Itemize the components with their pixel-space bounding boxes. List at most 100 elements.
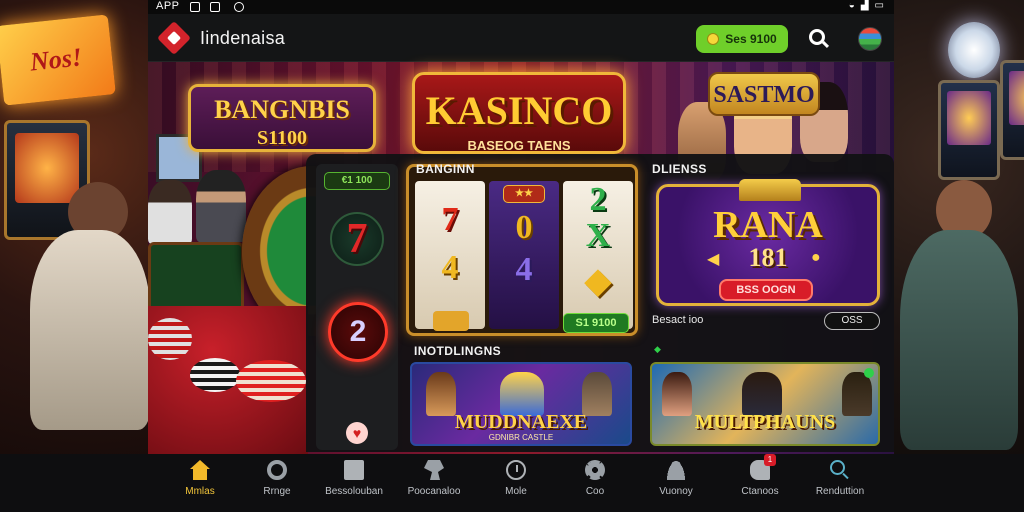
arrow-right-icon: ●	[811, 249, 821, 266]
hero-logo-right-title: SASTMO	[713, 82, 815, 108]
bottom-nav: Mmlas Rrnge Bessolouban Poocanaloo Mole …	[148, 454, 894, 512]
nav-label: Bessolouban	[325, 486, 383, 497]
dealer-image	[196, 170, 246, 242]
app-header: Iindenaisa Ses 9100	[148, 14, 894, 62]
player-image	[30, 230, 150, 430]
game-card[interactable]: MUDDNAEXE GDNIBR CASTLE	[410, 362, 632, 446]
heart-icon[interactable]: ♥	[346, 422, 368, 444]
coin-icon	[707, 33, 720, 45]
player-image	[900, 230, 1018, 450]
nav-label: Mmlas	[185, 486, 215, 497]
nav-label: Rrnge	[263, 486, 291, 497]
battery-icon: ▭	[874, 0, 884, 11]
bonus-card[interactable]: RANA ◀ 181 ● BSS OOGN	[656, 179, 880, 306]
number-two-icon[interactable]: 2	[328, 302, 388, 362]
bonus-amount: 181	[748, 243, 788, 272]
game-card[interactable]: MULTPHAUNS	[650, 362, 880, 446]
slot-coin-symbol: ◆	[584, 263, 612, 300]
live-dot-icon: ◆	[654, 344, 661, 354]
slot-symbol: 2	[589, 181, 607, 218]
slot-machine-image	[938, 80, 1000, 180]
slot-symbol: 4	[441, 249, 459, 286]
slot-machine-card[interactable]: 7 4 ★★ 0 4 2 X ◆ S1 9100	[406, 164, 638, 336]
square-icon	[344, 460, 364, 480]
nav-item-range[interactable]: Rrnge	[237, 460, 317, 506]
game-title: MUDDNAEXE	[454, 411, 588, 433]
character-image	[662, 372, 692, 416]
hero-logo-left-title: BANGNBIS	[214, 95, 350, 124]
chip-stack-image	[190, 358, 240, 392]
nav-item-ctanoos[interactable]: 1 Ctanoos	[720, 454, 800, 506]
slot-symbol: 0	[515, 209, 533, 246]
search-icon[interactable]	[808, 28, 830, 50]
game-subtitle: GDNIBR CASTLE	[488, 433, 554, 442]
trophy-icon	[500, 372, 544, 416]
balance-button[interactable]: Ses 9100	[696, 25, 788, 53]
lucky-seven-icon[interactable]: 7	[330, 212, 384, 266]
nav-item-mole[interactable]: Mole	[476, 460, 556, 506]
nav-item-vuonoy[interactable]: Vuonoy	[636, 460, 716, 506]
search-icon	[830, 460, 850, 480]
new-badge	[864, 368, 874, 378]
character-image	[842, 372, 872, 416]
nav-item-renduttion[interactable]: Renduttion	[800, 460, 880, 506]
lion-image	[582, 372, 612, 416]
bonus-section-title: DLIENSS	[652, 162, 707, 176]
nav-label: Vuonoy	[659, 486, 693, 497]
hero-logo-center-title: KASINCO	[425, 88, 613, 133]
nav-label: Mole	[505, 486, 527, 497]
notification-badge: 1	[764, 454, 776, 466]
character-image	[742, 372, 782, 416]
wifi-icon: ◒	[848, 0, 855, 11]
chip-stack-image	[236, 360, 306, 402]
hero-logo-left: BANGNBIS S1100	[188, 84, 376, 152]
slot-win-button[interactable]: S1 9100	[563, 313, 629, 333]
signal-icon: ▟	[860, 0, 869, 11]
slot-machine-image	[1000, 60, 1024, 160]
nav-label: Poocanaloo	[407, 486, 461, 497]
clock-icon	[506, 460, 526, 480]
status-circle-icon	[234, 2, 244, 12]
bonus-claim-button[interactable]: BSS OOGN	[719, 279, 813, 301]
hero-logo-left-sub: S1100	[256, 127, 308, 149]
slot-symbol: X	[585, 217, 611, 254]
casino-backdrop-left: Nos!	[0, 0, 150, 512]
dealer-image	[148, 180, 192, 244]
slot-symbol: 4	[515, 251, 533, 288]
nav-label: Ctanoos	[741, 486, 779, 497]
gold-stack-icon	[433, 311, 469, 331]
nav-label: Renduttion	[815, 486, 865, 497]
slot-reel: ★★ 0 4	[489, 181, 559, 329]
status-bar: APP ◒ ▟ ▭	[148, 0, 894, 14]
recommended-title: INOTDLINGNS	[414, 344, 502, 358]
games-panel: €1 100 7 2 ♥ 7 4 ★★ 0 4 2 X ◆ S1 9100 BA…	[306, 154, 894, 452]
nav-item-home[interactable]: Mmlas	[160, 460, 240, 506]
nav-item-coo[interactable]: Coo	[555, 460, 635, 506]
app-screen: Nos! APP ◒ ▟ ▭ Iindenaisa Ses 9100 BANGN…	[0, 0, 1024, 512]
fist-icon	[424, 460, 444, 480]
hero-logo-center: KASINCO BASEOG TAENS	[412, 72, 626, 154]
card-table-image	[148, 242, 244, 312]
user-icon	[666, 460, 686, 480]
character-image	[426, 372, 456, 416]
nav-label: Coo	[585, 486, 605, 497]
flag-icon[interactable]	[858, 27, 882, 51]
status-app-label: APP	[156, 0, 180, 12]
slot-reel: 7 4	[415, 181, 485, 331]
crown-icon	[739, 179, 801, 201]
lamp-image	[948, 22, 1000, 78]
quick-balance-chip[interactable]: €1 100	[324, 172, 390, 190]
neon-sign-image: Nos!	[0, 14, 116, 106]
bonus-toggle-pill[interactable]: OSS	[824, 312, 880, 330]
game-title: MULTPHAUNS	[694, 411, 836, 433]
status-square-icon	[210, 2, 220, 12]
nav-item-bessolouban[interactable]: Bessolouban	[314, 460, 394, 506]
gear-icon	[585, 460, 605, 480]
reel-badge: ★★	[503, 185, 545, 203]
brand-name: Iindenaisa	[200, 28, 286, 48]
ring-icon	[267, 460, 287, 480]
nav-item-poocanaloo[interactable]: Poocanaloo	[394, 460, 474, 506]
slot-section-title: BANGINN	[416, 162, 475, 176]
app-logo-icon[interactable]	[157, 21, 191, 55]
hero-logo-center-sub: BASEOG TAENS	[467, 138, 571, 153]
